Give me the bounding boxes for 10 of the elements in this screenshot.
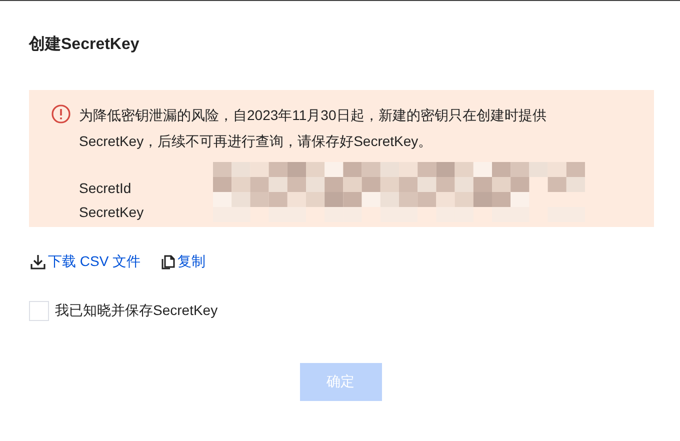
download-link[interactable]: 下载 CSV 文件: [29, 253, 141, 271]
field-label: SecretId: [79, 179, 132, 198]
copy-link[interactable]: 复制: [158, 253, 206, 271]
checkbox-label: 我已知晓并保存SecretKey: [55, 302, 218, 320]
warning-icon: [51, 104, 71, 124]
download-icon: [29, 253, 47, 271]
dialog-title: 创建SecretKey: [29, 34, 140, 55]
field-label: SecretKey: [79, 203, 145, 222]
checkbox[interactable]: [29, 301, 49, 321]
warning-message: 为降低密钥泄漏的风险，自2023年11月30日起，新建的密钥只在创建时提供SecretKey，后续不可再进行查询，请保存好SecretKey。: [79, 106, 548, 151]
